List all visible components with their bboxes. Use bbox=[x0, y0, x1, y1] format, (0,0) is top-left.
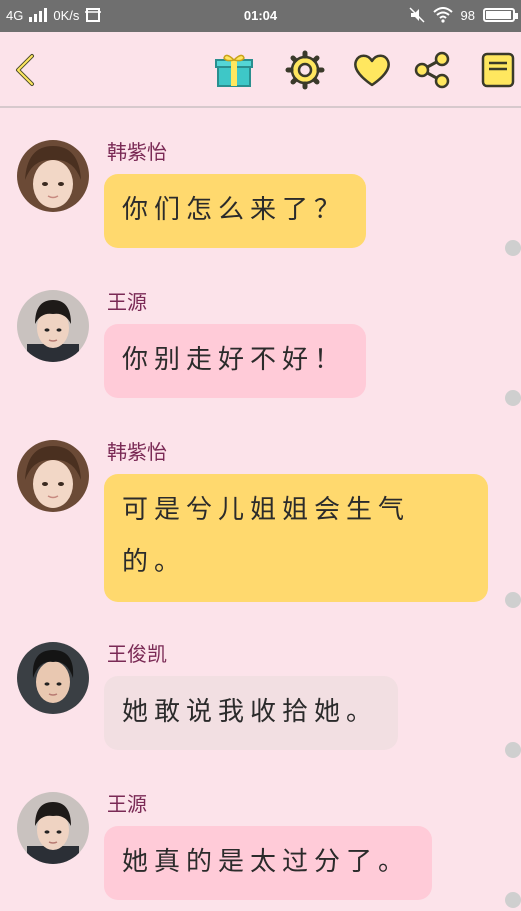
book-icon[interactable] bbox=[478, 50, 518, 90]
sender-name: 韩紫怡 bbox=[107, 440, 167, 464]
avatar[interactable] bbox=[17, 792, 89, 864]
back-icon[interactable] bbox=[6, 50, 46, 90]
sender-name: 王源 bbox=[107, 290, 147, 314]
message-bubble[interactable]: 你们怎么来了？ bbox=[104, 174, 366, 248]
battery-percent: 98 bbox=[460, 7, 475, 23]
heart-icon[interactable] bbox=[352, 50, 392, 90]
wifi-icon bbox=[432, 7, 453, 23]
gift-icon[interactable] bbox=[214, 50, 254, 90]
status-bar: 4G 0K/s 01:04 98 bbox=[0, 0, 521, 32]
chat-message-list[interactable]: 韩紫怡 你们怎么来了？ 王源 你别走好不好！ 韩紫怡 可是兮儿姐姐会生气的。 王… bbox=[0, 110, 521, 911]
chat-toolbar bbox=[0, 32, 521, 108]
avatar[interactable] bbox=[17, 642, 89, 714]
message-bubble[interactable]: 她真的是太过分了。 bbox=[104, 826, 432, 900]
scroll-indicator-dot bbox=[505, 742, 521, 758]
message-bubble[interactable]: 可是兮儿姐姐会生气的。 bbox=[104, 474, 488, 602]
mute-icon bbox=[409, 7, 425, 23]
message-bubble[interactable]: 她敢说我收拾她。 bbox=[104, 676, 398, 750]
scroll-indicator-dot bbox=[505, 592, 521, 608]
scroll-indicator-dot bbox=[505, 892, 521, 908]
battery-icon bbox=[483, 8, 518, 22]
sender-name: 王俊凯 bbox=[107, 642, 167, 666]
status-right: 98 bbox=[409, 7, 518, 23]
gear-icon[interactable] bbox=[285, 50, 325, 90]
sender-name: 韩紫怡 bbox=[107, 140, 167, 164]
share-icon[interactable] bbox=[412, 50, 452, 90]
avatar[interactable] bbox=[17, 440, 89, 512]
avatar[interactable] bbox=[17, 290, 89, 362]
message-bubble[interactable]: 你别走好不好！ bbox=[104, 324, 366, 398]
scroll-indicator-dot bbox=[505, 240, 521, 256]
avatar[interactable] bbox=[17, 140, 89, 212]
scroll-indicator-dot bbox=[505, 390, 521, 406]
sender-name: 王源 bbox=[107, 792, 147, 816]
